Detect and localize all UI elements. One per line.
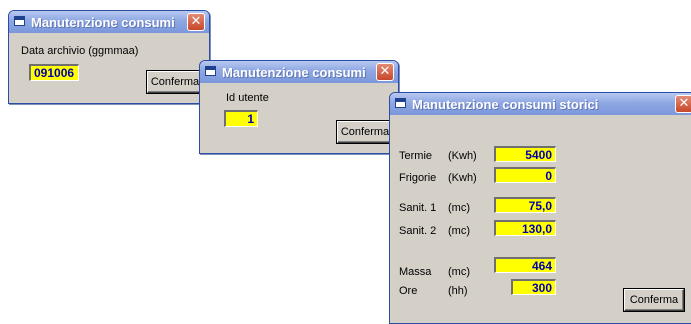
close-icon[interactable]: ✕: [675, 95, 691, 113]
window-title: Manutenzione consumi: [31, 15, 175, 30]
window-title: Manutenzione consumi storici: [412, 97, 599, 112]
sanit1-label: Sanit. 1: [399, 202, 437, 214]
window-manutenzione-consumi-storici: Manutenzione consumi storici ✕ Termie (K…: [389, 92, 691, 324]
window-manutenzione-consumi-data: Manutenzione consumi ✕ Data archivio (gg…: [8, 10, 210, 104]
window-manutenzione-consumi-utente: Manutenzione consumi ✕ Id utente 1 Confe…: [199, 60, 399, 154]
close-icon[interactable]: ✕: [376, 63, 394, 81]
close-icon[interactable]: ✕: [187, 13, 205, 31]
frigorie-field[interactable]: 0: [494, 167, 556, 183]
data-archivio-label: Data archivio (ggmmaa): [21, 45, 139, 57]
frigorie-unit: (Kwh): [448, 172, 477, 184]
app-window-icon: [14, 16, 25, 26]
conferma-button[interactable]: Conferma: [624, 289, 684, 311]
termie-unit: (Kwh): [448, 150, 477, 162]
massa-label: Massa: [399, 266, 432, 278]
app-window-icon: [395, 98, 406, 108]
data-archivio-field[interactable]: 091006: [29, 64, 79, 81]
ore-unit: (hh): [448, 285, 468, 297]
title-bar[interactable]: Manutenzione consumi ✕: [9, 11, 209, 33]
massa-field[interactable]: 464: [494, 257, 556, 273]
conferma-button[interactable]: Conferma: [337, 121, 393, 143]
termie-label: Termie: [399, 150, 433, 162]
ore-label: Ore: [399, 285, 418, 297]
sanit2-field[interactable]: 130,0: [494, 220, 556, 236]
massa-unit: (mc): [448, 266, 470, 278]
conferma-button[interactable]: Conferma: [147, 71, 203, 93]
id-utente-field[interactable]: 1: [224, 110, 258, 127]
title-bar[interactable]: Manutenzione consumi ✕: [200, 61, 398, 83]
window-title: Manutenzione consumi: [222, 65, 366, 80]
sanit1-unit: (mc): [448, 202, 470, 214]
sanit2-label: Sanit. 2: [399, 225, 437, 237]
sanit1-field[interactable]: 75,0: [494, 197, 556, 213]
termie-field[interactable]: 5400: [494, 146, 556, 162]
frigorie-label: Frigorie: [399, 172, 437, 184]
ore-field[interactable]: 300: [511, 279, 556, 295]
title-bar[interactable]: Manutenzione consumi storici ✕: [390, 93, 691, 115]
sanit2-unit: (mc): [448, 225, 470, 237]
id-utente-label: Id utente: [226, 92, 269, 104]
app-window-icon: [205, 66, 216, 76]
